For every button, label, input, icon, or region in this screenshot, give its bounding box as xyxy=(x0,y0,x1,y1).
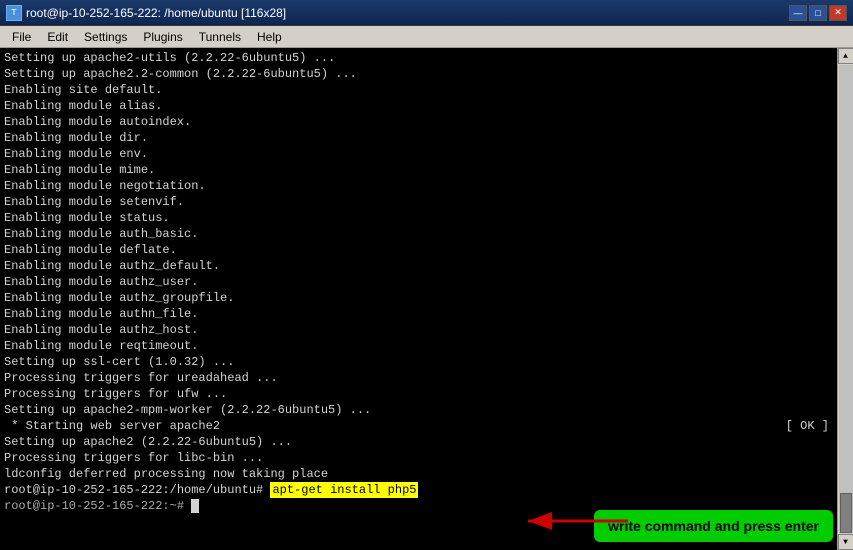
terminal-line: Enabling module env. xyxy=(4,146,833,162)
terminal-output[interactable]: Setting up apache2-utils (2.2.22-6ubuntu… xyxy=(0,48,837,550)
terminal-line: * Starting web server apache2[ OK ] xyxy=(4,418,833,434)
app-icon-text: T xyxy=(11,8,16,18)
scroll-track[interactable] xyxy=(839,65,853,533)
terminal-line: Enabling site default. xyxy=(4,82,833,98)
scroll-thumb[interactable] xyxy=(840,493,852,533)
menu-item-tunnels[interactable]: Tunnels xyxy=(191,28,249,46)
annotation-bubble: write command and press enter xyxy=(594,510,833,542)
terminal-line: Setting up apache2.2-common (2.2.22-6ubu… xyxy=(4,66,833,82)
terminal-line: ldconfig deferred processing now taking … xyxy=(4,466,833,482)
app-icon: T xyxy=(6,5,22,21)
scroll-down-arrow[interactable]: ▼ xyxy=(838,534,853,550)
terminal-line: Enabling module status. xyxy=(4,210,833,226)
scrollbar[interactable]: ▲ ▼ xyxy=(837,48,853,550)
terminal-line: Setting up ssl-cert (1.0.32) ... xyxy=(4,354,833,370)
window-controls: — □ ✕ xyxy=(789,5,847,21)
terminal-line: Enabling module authz_user. xyxy=(4,274,833,290)
terminal-container: Setting up apache2-utils (2.2.22-6ubuntu… xyxy=(0,48,853,550)
menu-item-settings[interactable]: Settings xyxy=(76,28,135,46)
close-button[interactable]: ✕ xyxy=(829,5,847,21)
menu-item-edit[interactable]: Edit xyxy=(39,28,76,46)
terminal-line: Processing triggers for libc-bin ... xyxy=(4,450,833,466)
menu-item-help[interactable]: Help xyxy=(249,28,290,46)
terminal-line: Setting up apache2 (2.2.22-6ubuntu5) ... xyxy=(4,434,833,450)
terminal-line: Enabling module setenvif. xyxy=(4,194,833,210)
title-text: root@ip-10-252-165-222: /home/ubuntu [11… xyxy=(26,6,286,20)
terminal-line: Setting up apache2-mpm-worker (2.2.22-6u… xyxy=(4,402,833,418)
cursor xyxy=(191,499,199,513)
scroll-up-arrow[interactable]: ▲ xyxy=(838,48,853,64)
minimize-button[interactable]: — xyxy=(789,5,807,21)
command-prompt-line: root@ip-10-252-165-222:/home/ubuntu# apt… xyxy=(4,482,833,498)
annotation-text: write command and press enter xyxy=(608,518,819,534)
terminal-line: Enabling module negotiation. xyxy=(4,178,833,194)
maximize-button[interactable]: □ xyxy=(809,5,827,21)
terminal-line: Enabling module authn_file. xyxy=(4,306,833,322)
terminal-line: Enabling module alias. xyxy=(4,98,833,114)
prompt-text: root@ip-10-252-165-222:/home/ubuntu# xyxy=(4,482,270,498)
menu-bar: FileEditSettingsPluginsTunnelsHelp xyxy=(0,26,853,48)
title-bar: T root@ip-10-252-165-222: /home/ubuntu [… xyxy=(0,0,853,26)
terminal-line: Enabling module mime. xyxy=(4,162,833,178)
terminal-line: Processing triggers for ufw ... xyxy=(4,386,833,402)
menu-item-file[interactable]: File xyxy=(4,28,39,46)
terminal-line: Enabling module authz_default. xyxy=(4,258,833,274)
terminal-line: Enabling module authz_groupfile. xyxy=(4,290,833,306)
terminal-line: Enabling module autoindex. xyxy=(4,114,833,130)
terminal-line: Enabling module auth_basic. xyxy=(4,226,833,242)
terminal-line: Enabling module dir. xyxy=(4,130,833,146)
terminal-line: Enabling module reqtimeout. xyxy=(4,338,833,354)
command-text[interactable]: apt-get install php5 xyxy=(270,482,418,498)
terminal-line: Processing triggers for ureadahead ... xyxy=(4,370,833,386)
terminal-line: Enabling module deflate. xyxy=(4,242,833,258)
terminal-line: Enabling module authz_host. xyxy=(4,322,833,338)
terminal-line: Setting up apache2-utils (2.2.22-6ubuntu… xyxy=(4,50,833,66)
title-bar-left: T root@ip-10-252-165-222: /home/ubuntu [… xyxy=(6,5,286,21)
menu-item-plugins[interactable]: Plugins xyxy=(135,28,190,46)
